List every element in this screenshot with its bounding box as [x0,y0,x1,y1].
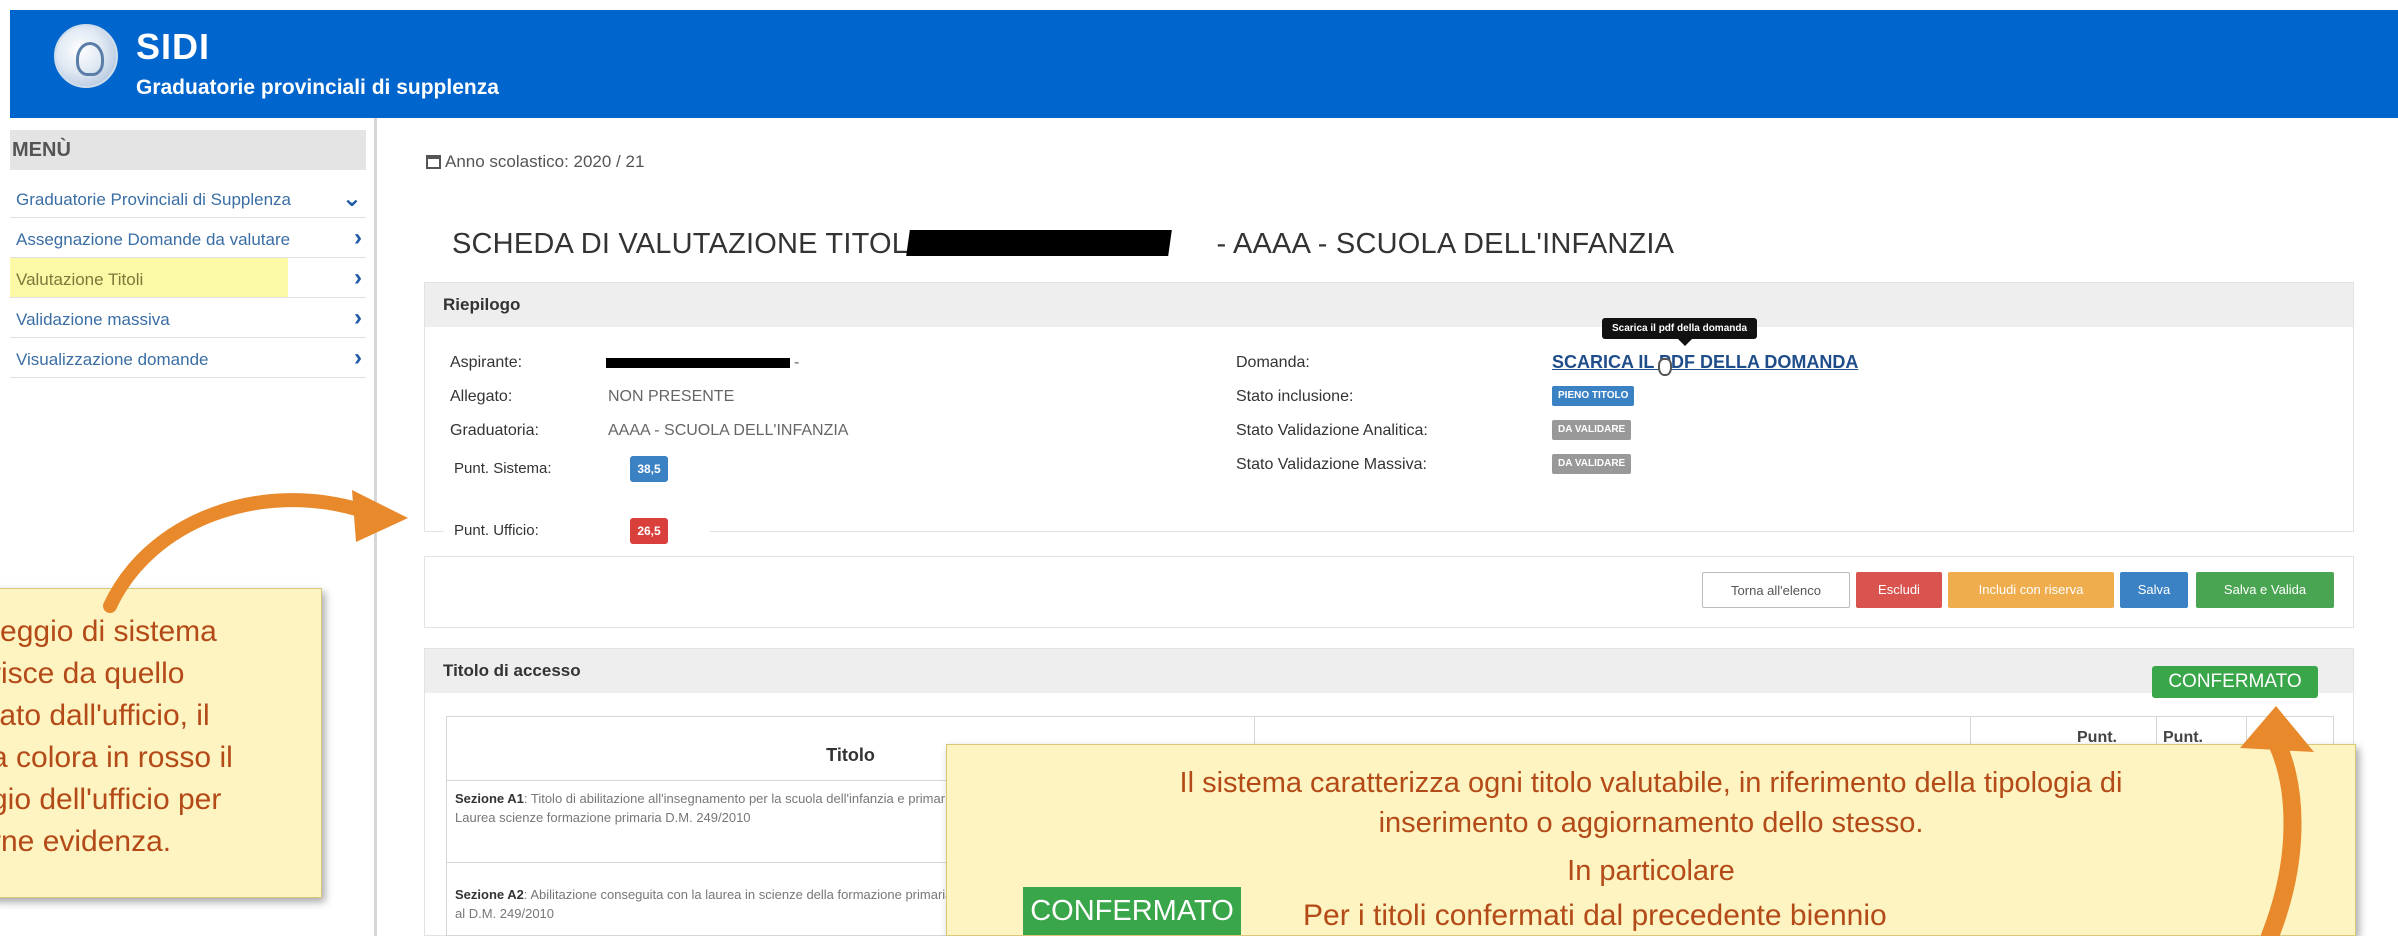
arrow-left-head [352,490,408,542]
arrow-left-shaft [103,493,367,613]
arrow-right-shaft [2261,721,2302,936]
arrow-right-head [2240,706,2314,752]
annotation-arrows [103,490,2314,936]
